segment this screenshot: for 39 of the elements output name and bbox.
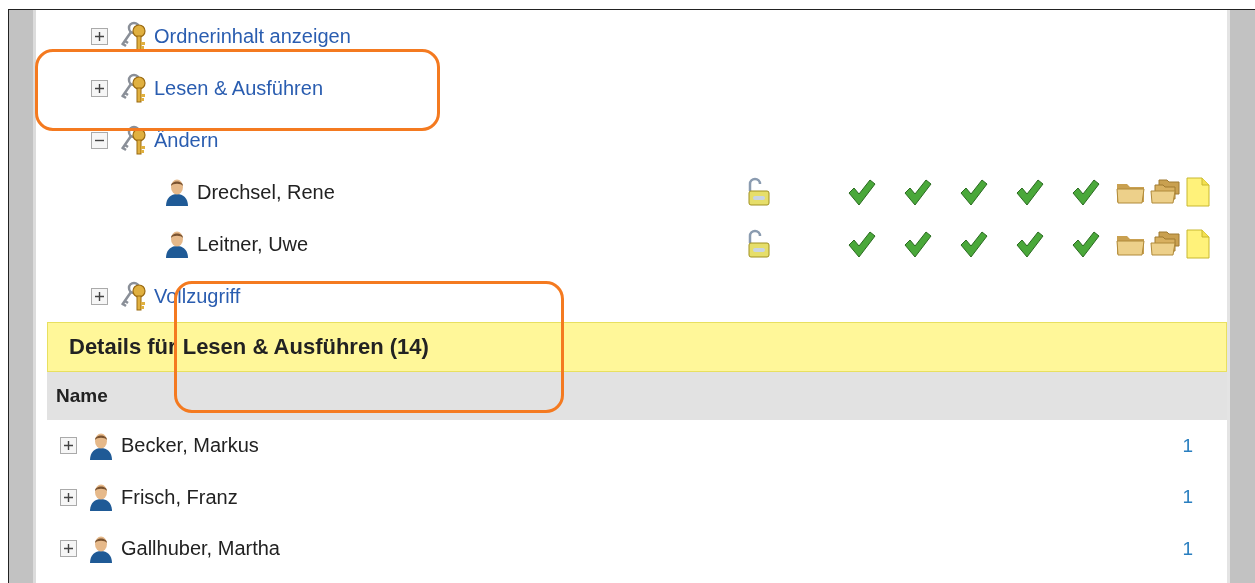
column-title: Name [56,385,108,407]
folders-icon [1150,179,1180,205]
user-name: Drechsel, Rene [197,180,335,204]
keys-icon [120,73,148,103]
expand-toggle[interactable] [91,131,108,149]
keys-icon [120,281,148,311]
user-icon [165,178,189,206]
plus-icon [64,441,73,451]
user-name: Becker, Markus [121,434,259,458]
expand-toggle[interactable] [60,437,77,455]
user-icon [89,431,113,460]
user-icon [89,483,113,512]
plus-icon [95,83,104,93]
plus-icon [95,291,104,301]
user-name: Leitner, Uwe [197,232,309,256]
permission-link[interactable]: Lesen & Ausführen [154,76,323,100]
expand-toggle[interactable] [91,79,108,97]
user-name: Gallhuber, Martha [121,537,280,561]
document-icon [1186,177,1210,207]
keys-icon [120,21,148,51]
plus-icon [64,544,73,554]
details-title: Details für Lesen & Ausführen (14) [69,334,429,360]
folders-icon [1150,231,1180,257]
keys-icon [120,125,148,155]
user-icon [165,230,189,258]
user-name: Frisch, Franz [121,485,238,509]
plus-icon [64,492,73,502]
count-link[interactable]: 1 [1182,486,1193,509]
document-icon [1186,229,1210,259]
count-link[interactable]: 1 [1182,537,1193,560]
user-icon [89,534,113,563]
plus-icon [95,31,104,41]
permission-link[interactable]: Ordnerinhalt anzeigen [154,24,351,48]
expand-toggle[interactable] [91,27,108,45]
expand-toggle[interactable] [60,540,77,558]
expand-toggle[interactable] [60,488,77,506]
permission-link[interactable]: Ändern [154,128,219,152]
expand-toggle[interactable] [91,287,108,305]
count-link[interactable]: 1 [1182,434,1193,457]
